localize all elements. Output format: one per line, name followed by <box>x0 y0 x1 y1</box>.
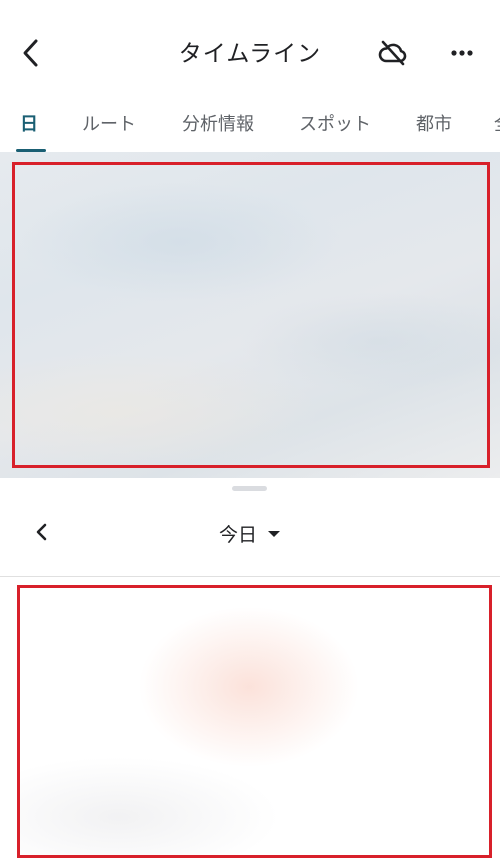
dropdown-caret-icon <box>268 530 280 537</box>
tab-cities[interactable]: 都市 <box>416 110 452 136</box>
date-selector[interactable]: 今日 <box>0 520 500 547</box>
redaction-box-content <box>17 585 492 858</box>
tab-places[interactable]: スポット <box>299 110 371 136</box>
tab-bar: 日 ルート 分析情報 スポット 都市 全 <box>0 100 500 152</box>
tab-world[interactable]: 全 <box>494 110 500 136</box>
redaction-box-map <box>12 162 490 468</box>
date-label: 今日 <box>218 524 257 546</box>
tab-day[interactable]: 日 <box>20 110 38 136</box>
tab-routes[interactable]: ルート <box>82 110 136 136</box>
top-app-bar: タイムライン <box>0 0 500 100</box>
page-title: タイムライン <box>178 41 322 67</box>
drag-handle[interactable] <box>232 486 267 491</box>
divider <box>0 576 500 577</box>
more-horiz-icon <box>451 50 473 56</box>
timeline-screen: タイムライン 日 ルート 分析情報 スポット 都市 全 <box>0 0 500 863</box>
cloud-sync-off-button[interactable] <box>376 36 410 70</box>
tab-insights[interactable]: 分析情報 <box>182 110 254 136</box>
more-options-button[interactable] <box>445 36 479 70</box>
cloud-off-icon <box>378 40 407 66</box>
date-navigator: 今日 <box>0 506 500 576</box>
